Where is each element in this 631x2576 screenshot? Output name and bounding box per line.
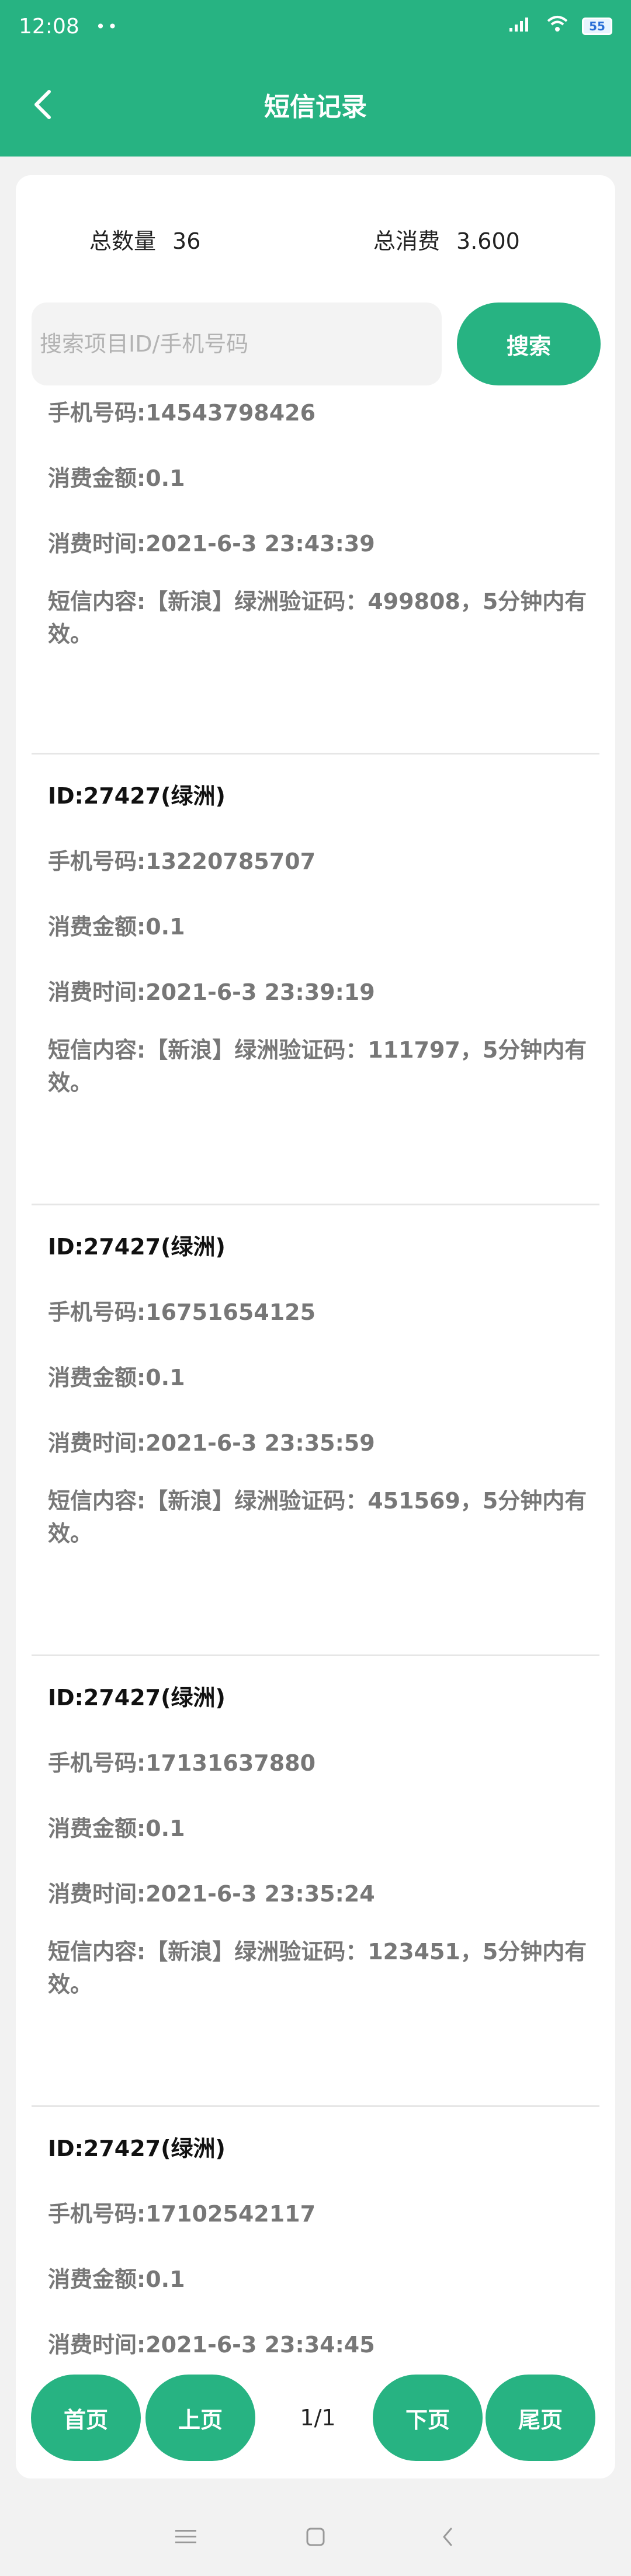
back-button[interactable] xyxy=(26,87,61,122)
record-id: ID:27427(绿洲) xyxy=(48,2136,226,2161)
record-amount: 消费金额:0.1 xyxy=(48,465,185,491)
status-bar: 12:08 •• 55 xyxy=(0,0,631,53)
record-item: ID:27427(绿洲) 手机号码:13220785707 消费金额:0.1 消… xyxy=(32,755,599,1205)
back-arrow-icon xyxy=(443,2528,452,2546)
search-input[interactable] xyxy=(32,303,442,385)
record-phone: 手机号码:17131637880 xyxy=(48,1750,316,1776)
record-time: 消费时间:2021-6-3 23:35:24 xyxy=(48,1881,375,1907)
record-time: 消费时间:2021-6-3 23:39:19 xyxy=(48,979,375,1005)
record-amount: 消费金额:0.1 xyxy=(48,2266,185,2292)
total-count-label: 总数量 xyxy=(89,228,157,254)
total-cost: 总消费 3.600 xyxy=(373,223,520,255)
record-list[interactable]: 手机号码:14543798426 消费金额:0.1 消费时间:2021-6-3 … xyxy=(16,385,615,2478)
record-item: 手机号码:14543798426 消费金额:0.1 消费时间:2021-6-3 … xyxy=(32,385,599,755)
total-count-value: 36 xyxy=(172,228,201,254)
record-phone: 手机号码:17102542117 xyxy=(48,2201,316,2227)
back-nav-key[interactable] xyxy=(430,2519,465,2554)
home-icon xyxy=(306,2528,325,2546)
chevron-left-icon xyxy=(34,90,51,119)
app-header: 12:08 •• 55 短信记录 xyxy=(0,0,631,157)
record-time: 消费时间:2021-6-3 23:35:59 xyxy=(48,1430,375,1456)
record-content: 短信内容:【新浪】绿洲验证码：111797，5分钟内有效。 xyxy=(48,1037,587,1096)
record-amount: 消费金额:0.1 xyxy=(48,1816,185,1841)
record-id: ID:27427(绿洲) xyxy=(48,783,226,809)
record-phone: 手机号码:16751654125 xyxy=(48,1299,316,1325)
record-time: 消费时间:2021-6-3 23:34:45 xyxy=(48,2332,375,2358)
last-page-button[interactable]: 尾页 xyxy=(486,2375,595,2461)
pagination: 首页 上页 1/1 下页 尾页 xyxy=(16,2375,615,2461)
record-item: ID:27427(绿洲) 手机号码:16751654125 消费金额:0.1 消… xyxy=(32,1205,599,1656)
prev-page-button[interactable]: 上页 xyxy=(145,2375,255,2461)
title-bar: 短信记录 xyxy=(0,53,631,157)
menu-nav-key[interactable] xyxy=(168,2519,203,2554)
battery-icon: 55 xyxy=(582,18,612,35)
page-title: 短信记录 xyxy=(264,92,367,122)
record-amount: 消费金额:0.1 xyxy=(48,1365,185,1390)
record-phone: 手机号码:14543798426 xyxy=(48,400,316,426)
status-time: 12:08 xyxy=(19,14,79,39)
menu-icon xyxy=(175,2530,196,2543)
wifi-icon xyxy=(546,15,569,37)
total-cost-value: 3.600 xyxy=(456,228,520,254)
total-cost-label: 总消费 xyxy=(373,228,441,254)
record-item: ID:27427(绿洲) 手机号码:17131637880 消费金额:0.1 消… xyxy=(32,1656,599,2107)
record-id: ID:27427(绿洲) xyxy=(48,1685,226,1711)
record-content: 短信内容:【新浪】绿洲验证码：499808，5分钟内有效。 xyxy=(48,589,587,647)
summary-bar: 总数量 36 总消费 3.600 xyxy=(16,175,615,298)
home-nav-key[interactable] xyxy=(298,2519,333,2554)
signal-icon xyxy=(508,15,533,37)
search-button[interactable]: 搜索 xyxy=(457,303,601,385)
record-time: 消费时间:2021-6-3 23:43:39 xyxy=(48,531,375,557)
content-card: 总数量 36 总消费 3.600 搜索 手机号码:14543798426 消费金额:… xyxy=(16,175,615,2478)
status-dots: •• xyxy=(95,16,120,36)
total-count: 总数量 36 xyxy=(89,223,200,255)
next-page-button[interactable]: 下页 xyxy=(373,2375,483,2461)
record-amount: 消费金额:0.1 xyxy=(48,914,185,940)
record-id: ID:27427(绿洲) xyxy=(48,1234,226,1260)
first-page-button[interactable]: 首页 xyxy=(31,2375,141,2461)
record-content: 短信内容:【新浪】绿洲验证码：123451，5分钟内有效。 xyxy=(48,1939,587,1997)
page-indicator: 1/1 xyxy=(300,2405,336,2431)
system-nav-bar xyxy=(0,2501,631,2576)
record-content: 短信内容:【新浪】绿洲验证码：451569，5分钟内有效。 xyxy=(48,1488,587,1546)
record-phone: 手机号码:13220785707 xyxy=(48,849,316,874)
